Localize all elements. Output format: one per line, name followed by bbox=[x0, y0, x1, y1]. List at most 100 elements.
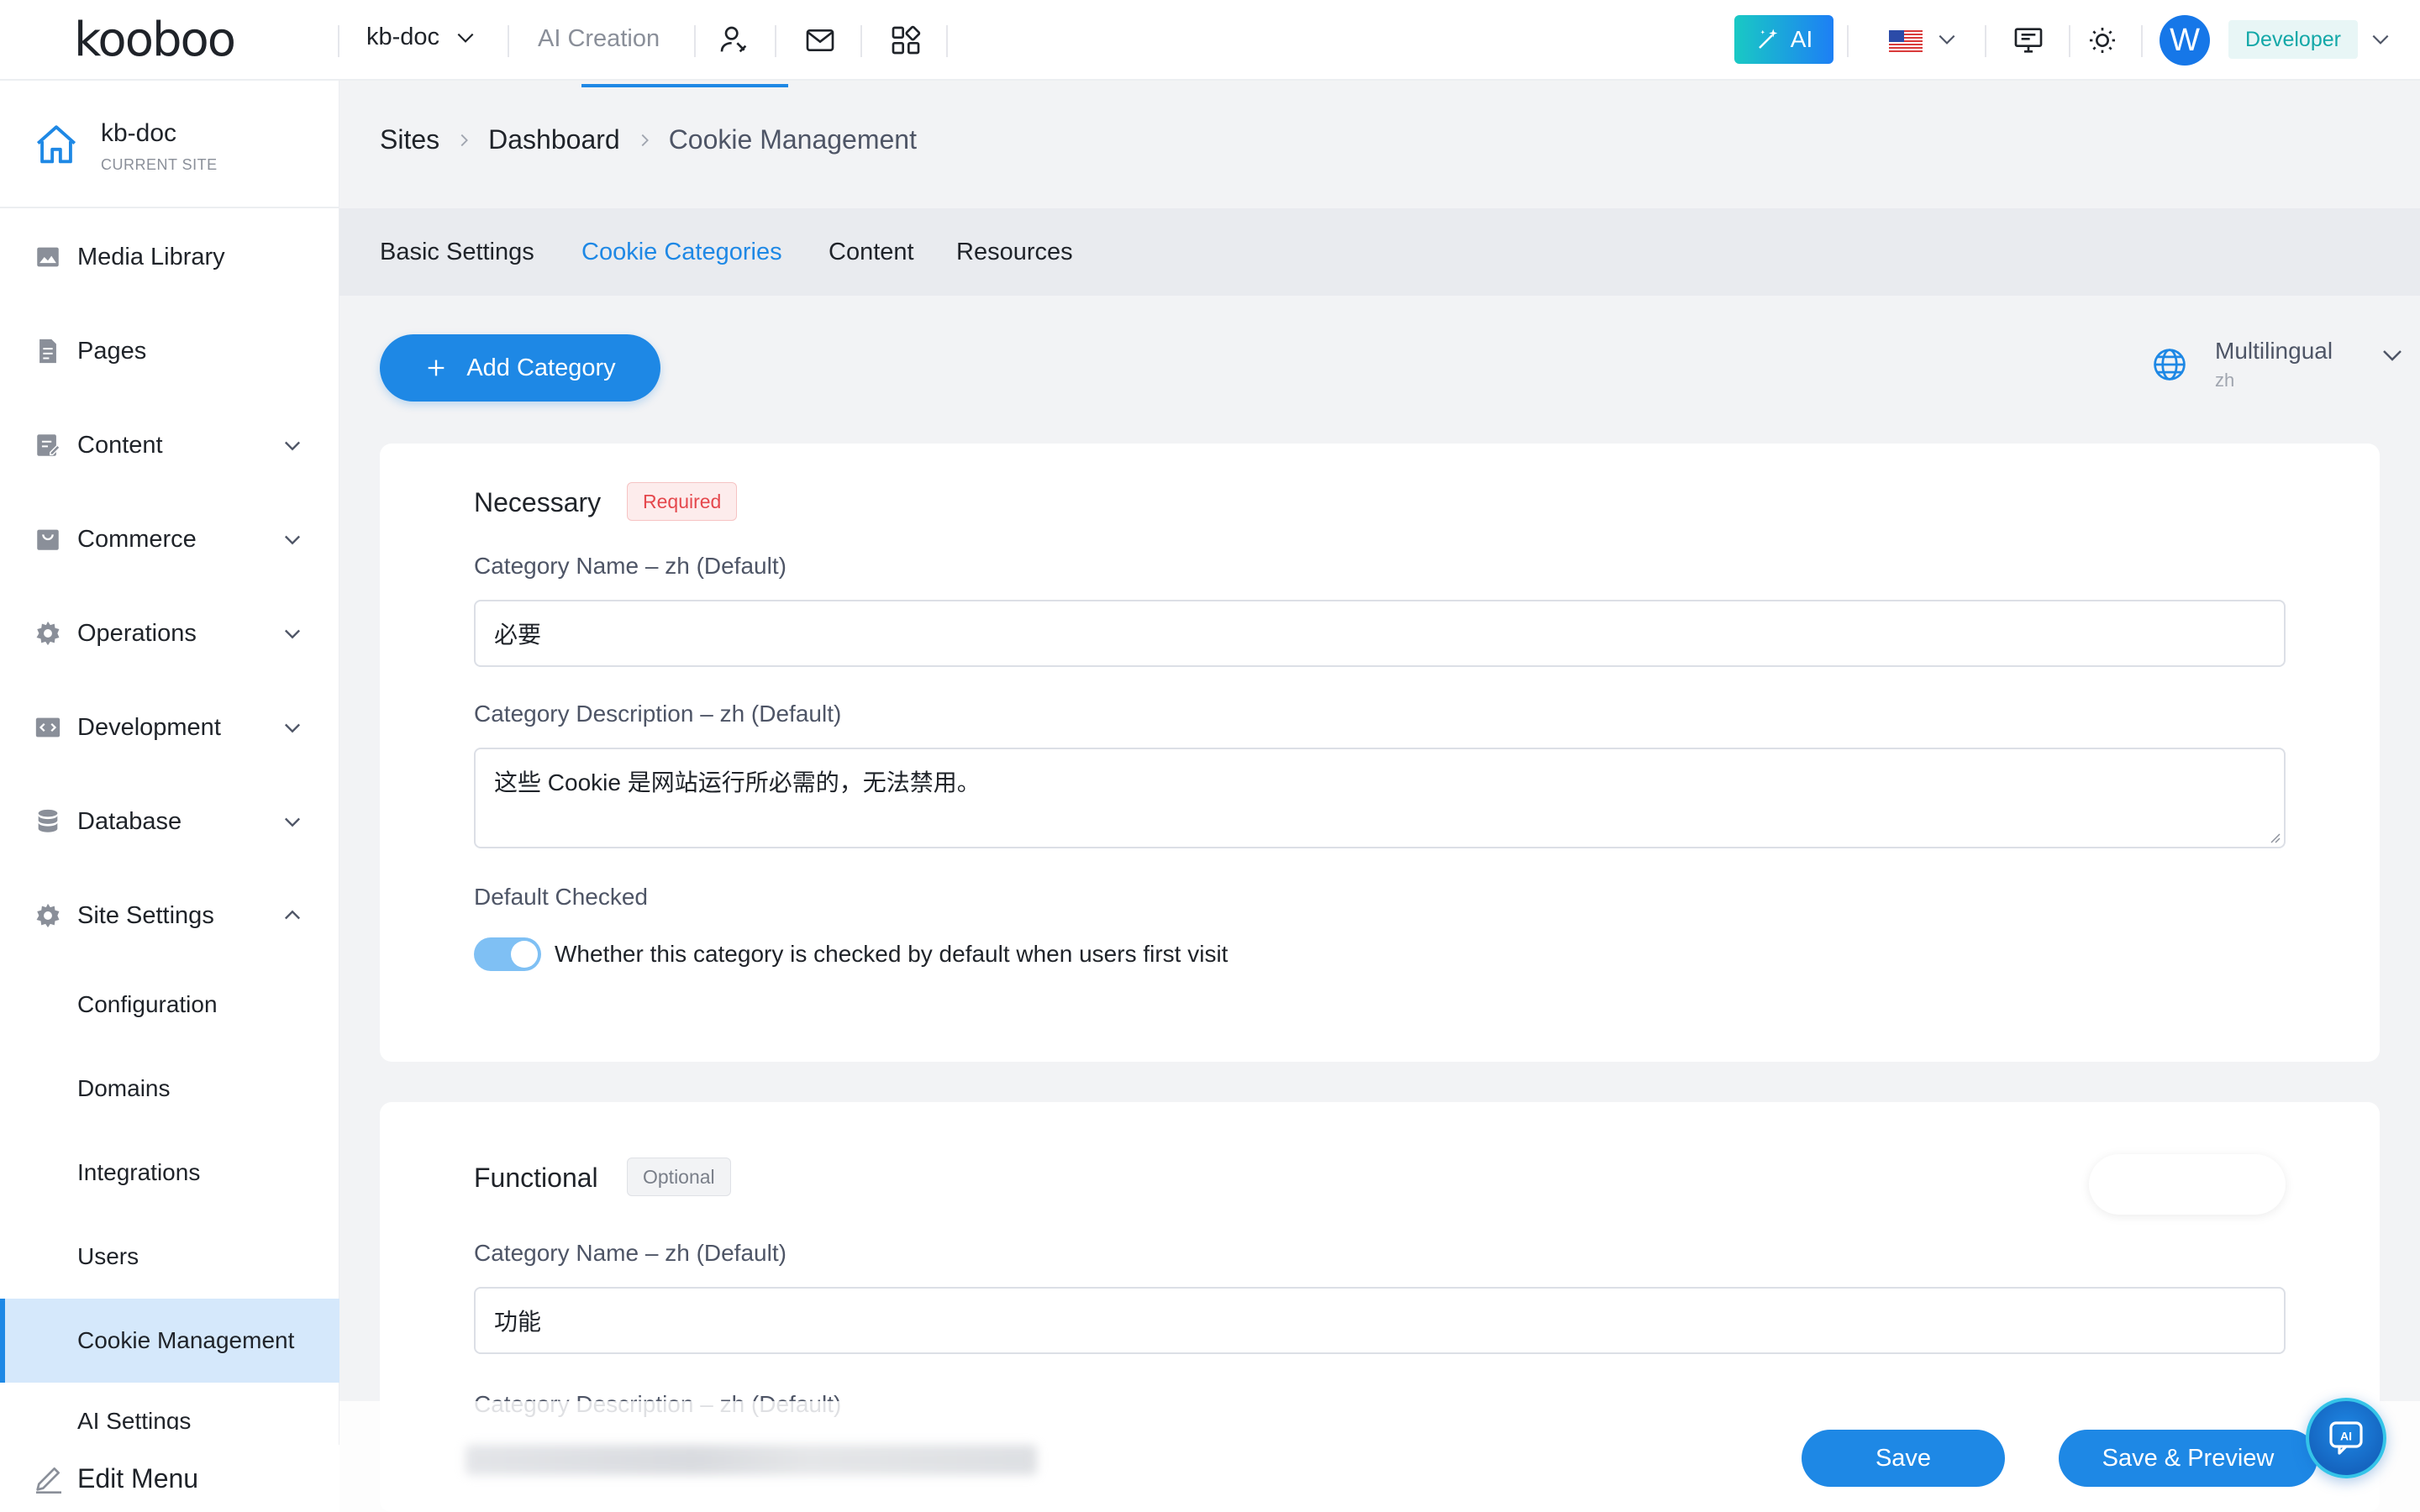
sidebar-item-development[interactable]: Development bbox=[0, 685, 339, 769]
sidebar-item-label: Database bbox=[77, 807, 182, 835]
category-name-label: Category Name – zh (Default) bbox=[474, 553, 786, 579]
ai-button[interactable]: AI bbox=[1734, 15, 1833, 64]
chevron-right-icon bbox=[460, 134, 469, 146]
sidebar-subitem-domains[interactable]: Domains bbox=[0, 1047, 339, 1131]
sun-icon[interactable] bbox=[2086, 24, 2119, 57]
save-button[interactable]: Save bbox=[1802, 1430, 2005, 1487]
kooboo-logo[interactable]: kooboo bbox=[74, 15, 276, 66]
logo-text: kooboo bbox=[74, 13, 236, 67]
chevron-down-icon[interactable] bbox=[2370, 29, 2391, 50]
ai-assistant-button[interactable]: AI bbox=[2306, 1398, 2386, 1478]
magic-wand-icon bbox=[1758, 29, 1778, 49]
current-site[interactable]: kb-doc CURRENT SITE bbox=[0, 81, 339, 208]
chevron-down-icon bbox=[285, 817, 300, 827]
chevron-down-icon bbox=[2383, 350, 2402, 361]
obscured-description bbox=[466, 1445, 1037, 1475]
sidebar-item-commerce[interactable]: Commerce bbox=[0, 497, 339, 581]
pencil-icon bbox=[36, 1467, 61, 1494]
multilingual-selector[interactable]: Multilingual zh bbox=[2151, 336, 2403, 395]
optional-badge: Optional bbox=[627, 1158, 731, 1196]
breadcrumb-sites[interactable]: Sites bbox=[380, 124, 439, 155]
divider bbox=[1847, 25, 1849, 57]
category-description-label: Category Description – zh (Default) bbox=[474, 701, 842, 727]
breadcrumb: Sites Dashboard Cookie Management bbox=[380, 124, 917, 155]
tab-content[interactable]: Content bbox=[829, 239, 914, 266]
default-checked-toggle[interactable] bbox=[474, 937, 541, 971]
divider bbox=[2141, 25, 2143, 57]
divider bbox=[860, 25, 862, 57]
sidebar-subitem-configuration[interactable]: Configuration bbox=[0, 963, 339, 1047]
category-name-input[interactable]: 功能 bbox=[474, 1287, 2286, 1354]
sidebar-subitem-label: AI Settings bbox=[77, 1408, 192, 1430]
active-tab-indicator bbox=[581, 84, 788, 87]
edit-document-icon bbox=[37, 434, 61, 456]
plus-icon bbox=[428, 360, 445, 376]
category-description-input[interactable]: 这些 Cookie 是网站运行所必需的，无法禁用。 bbox=[474, 748, 2286, 848]
sidebar-item-pages[interactable]: Pages bbox=[0, 309, 339, 393]
save-and-preview-button[interactable]: Save & Preview bbox=[2059, 1430, 2317, 1487]
chevron-down-icon bbox=[285, 441, 300, 451]
sidebar-item-label: Media Library bbox=[77, 243, 225, 270]
divider bbox=[946, 25, 948, 57]
us-flag-icon[interactable] bbox=[1889, 30, 1923, 52]
database-icon bbox=[38, 809, 58, 832]
sidebar-subitem-label: Users bbox=[77, 1243, 139, 1269]
code-window-icon bbox=[35, 717, 60, 738]
sidebar-item-label: Commerce bbox=[77, 525, 197, 553]
tab-bar: Basic Settings Cookie Categories Content… bbox=[339, 208, 2420, 296]
tab-resources[interactable]: Resources bbox=[956, 239, 1073, 266]
breadcrumb-dashboard[interactable]: Dashboard bbox=[488, 124, 620, 155]
resize-handle-icon[interactable] bbox=[2267, 830, 2281, 843]
sidebar-subitem-users[interactable]: Users bbox=[0, 1215, 339, 1299]
home-icon bbox=[36, 125, 76, 164]
mail-icon[interactable] bbox=[803, 24, 837, 57]
category-toggle-placeholder[interactable] bbox=[2089, 1154, 2286, 1215]
edit-menu-button[interactable]: Edit Menu bbox=[0, 1445, 339, 1512]
sidebar-item-label: Pages bbox=[77, 337, 147, 365]
sidebar-item-site-settings[interactable]: Site Settings bbox=[0, 874, 339, 958]
category-name-value: 必要 bbox=[494, 622, 542, 648]
category-name-input[interactable]: 必要 bbox=[474, 600, 2286, 667]
tab-basic-settings[interactable]: Basic Settings bbox=[380, 239, 534, 266]
current-site-caption: CURRENT SITE bbox=[101, 156, 218, 173]
ai-creation-link[interactable]: AI Creation bbox=[538, 25, 660, 53]
divider bbox=[338, 25, 339, 57]
divider bbox=[775, 25, 776, 57]
avatar[interactable]: W bbox=[2160, 15, 2210, 66]
document-icon bbox=[39, 339, 56, 364]
current-site-name: kb-doc bbox=[101, 119, 177, 147]
sidebar: kb-doc CURRENT SITE Media Library Pages … bbox=[0, 81, 339, 1512]
category-name-label: Category Name – zh (Default) bbox=[474, 1240, 786, 1266]
sidebar-item-operations[interactable]: Operations bbox=[0, 591, 339, 675]
user-touch-icon[interactable] bbox=[718, 24, 751, 57]
sidebar-item-media-library[interactable]: Media Library bbox=[0, 215, 339, 299]
sidebar-subitem-cookie-management[interactable]: Cookie Management bbox=[0, 1299, 339, 1383]
divider bbox=[2069, 25, 2070, 57]
sidebar-subitem-ai-settings[interactable]: AI Settings bbox=[0, 1404, 339, 1430]
chevron-down-icon bbox=[285, 629, 300, 639]
category-title: Necessary bbox=[474, 487, 602, 517]
svg-text:AI: AI bbox=[2340, 1429, 2352, 1442]
site-selector[interactable]: kb-doc bbox=[366, 24, 476, 51]
category-card-necessary: Necessary Required Category Name – zh (D… bbox=[380, 444, 2380, 1062]
gear-icon bbox=[36, 621, 60, 646]
presentation-icon[interactable] bbox=[2012, 24, 2045, 57]
chevron-right-icon bbox=[641, 134, 649, 146]
tab-cookie-categories[interactable]: Cookie Categories bbox=[581, 239, 782, 266]
sidebar-item-database[interactable]: Database bbox=[0, 780, 339, 864]
role-badge[interactable]: Developer bbox=[2228, 20, 2358, 59]
image-icon bbox=[37, 247, 59, 267]
breadcrumb-current: Cookie Management bbox=[668, 124, 917, 155]
category-name-value: 功能 bbox=[494, 1309, 542, 1335]
sidebar-item-content[interactable]: Content bbox=[0, 403, 339, 487]
apps-grid-icon[interactable] bbox=[889, 24, 923, 57]
chevron-down-icon bbox=[457, 33, 474, 43]
chevron-down-icon[interactable] bbox=[1936, 29, 1958, 50]
default-checked-label: Default Checked bbox=[474, 884, 649, 910]
sidebar-subitem-integrations[interactable]: Integrations bbox=[0, 1131, 339, 1215]
default-checked-description: Whether this category is checked by defa… bbox=[555, 941, 1228, 967]
add-category-button[interactable]: Add Category bbox=[380, 334, 660, 402]
chevron-down-icon bbox=[285, 535, 300, 545]
sidebar-subitem-label: Domains bbox=[77, 1075, 171, 1101]
toggle-knob bbox=[511, 941, 538, 968]
